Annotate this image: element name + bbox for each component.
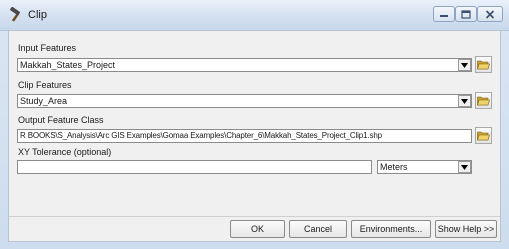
output-feature-class-label: Output Feature Class (18, 115, 104, 125)
open-folder-icon (477, 131, 490, 141)
xy-tolerance-label: XY Tolerance (optional) (18, 147, 112, 157)
clip-dialog: Clip Input Features Makkah_States_Projec… (0, 0, 509, 249)
hammer-icon (8, 6, 24, 23)
window-title: Clip (28, 9, 47, 21)
environments-button[interactable]: Environments... (351, 220, 431, 238)
show-help-button[interactable]: Show Help >> (435, 220, 497, 238)
chevron-down-icon (461, 98, 468, 104)
clip-features-dropdown[interactable]: Study_Area (17, 94, 472, 108)
input-features-value: Makkah_States_Project (20, 60, 116, 70)
input-features-label: Input Features (18, 43, 77, 53)
output-feature-class-value: R BOOKS\S_Analysis\Arc GIS Examples\Goma… (20, 131, 382, 140)
chevron-down-icon (461, 62, 468, 68)
close-icon (485, 9, 495, 19)
dialog-body: Input Features Makkah_States_Project Cli… (8, 30, 501, 242)
maximize-icon (461, 9, 471, 19)
minimize-button[interactable] (433, 6, 455, 22)
output-feature-class-input[interactable]: R BOOKS\S_Analysis\Arc GIS Examples\Goma… (17, 129, 472, 143)
cancel-button[interactable]: Cancel (289, 220, 347, 238)
xy-tolerance-unit-dropdown-button[interactable] (458, 161, 471, 173)
minimize-icon (440, 15, 448, 17)
input-features-browse-button[interactable] (475, 56, 492, 73)
clip-features-value: Study_Area (20, 96, 68, 106)
button-bar-divider (9, 216, 500, 217)
chevron-down-icon (461, 164, 468, 170)
xy-tolerance-input[interactable] (17, 160, 372, 174)
open-folder-icon (477, 60, 490, 70)
clip-features-dropdown-button[interactable] (458, 95, 471, 107)
maximize-button[interactable] (455, 6, 477, 22)
close-button[interactable] (477, 6, 503, 22)
xy-tolerance-unit-value: Meters (380, 162, 408, 172)
open-folder-icon (477, 96, 490, 106)
title-bar[interactable]: Clip (0, 0, 509, 31)
input-features-dropdown-button[interactable] (458, 59, 471, 71)
input-features-dropdown[interactable]: Makkah_States_Project (17, 58, 472, 72)
output-feature-class-browse-button[interactable] (475, 127, 492, 144)
ok-button[interactable]: OK (230, 220, 285, 238)
clip-features-browse-button[interactable] (475, 92, 492, 109)
clip-features-label: Clip Features (18, 80, 72, 90)
